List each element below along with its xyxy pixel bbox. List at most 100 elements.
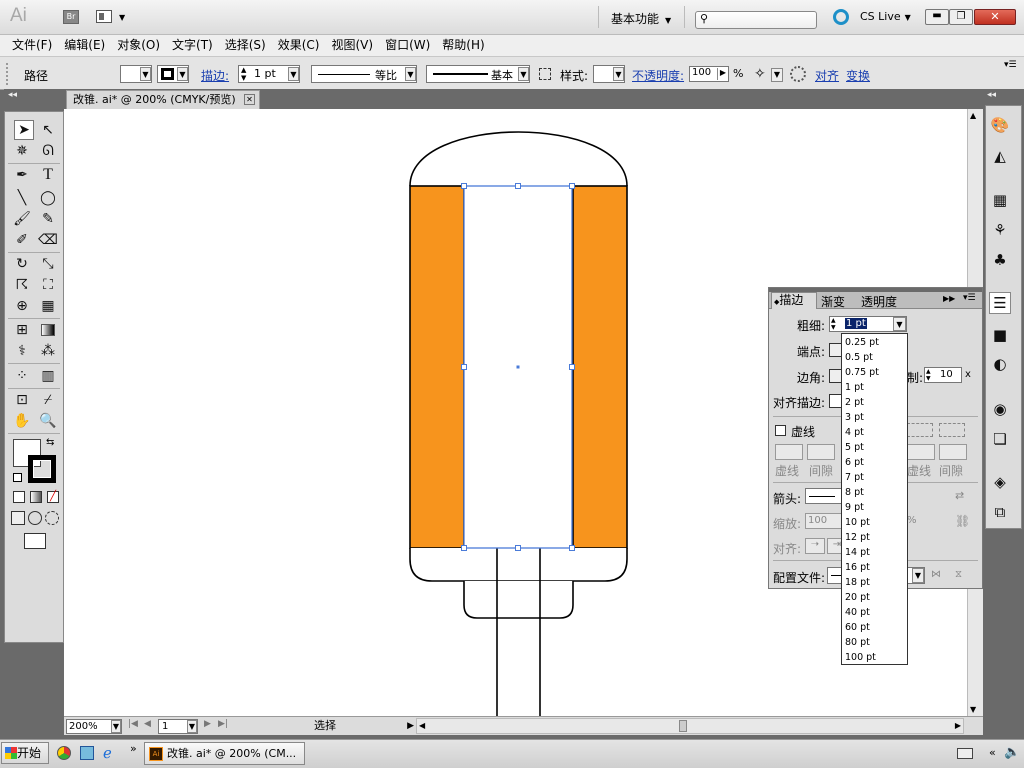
- brush-options-icon[interactable]: [539, 68, 551, 80]
- limit-field[interactable]: ▲ ▼ 10: [924, 367, 962, 383]
- next-artboard-icon[interactable]: ▶: [204, 719, 211, 729]
- list-item[interactable]: 14 pt: [842, 545, 907, 560]
- ellipse-tool-icon[interactable]: ◯: [38, 188, 58, 208]
- list-item[interactable]: 40 pt: [842, 605, 907, 620]
- scale-field[interactable]: 100: [805, 513, 843, 529]
- close-button[interactable]: ✕: [974, 9, 1016, 25]
- flip-along-icon[interactable]: ⋈: [931, 569, 941, 580]
- show-more-icon[interactable]: «: [989, 746, 996, 759]
- handle-bottom-shape[interactable]: [409, 548, 628, 582]
- style-dropdown[interactable]: ▼: [593, 65, 625, 83]
- opacity-field[interactable]: 100 ▶: [689, 66, 729, 82]
- list-item[interactable]: 0.5 pt: [842, 350, 907, 365]
- prev-artboard-icon[interactable]: ◀: [144, 719, 151, 729]
- stroke-swatch-dropdown[interactable]: ▼: [157, 65, 189, 83]
- zoom-field[interactable]: 200% ▼: [66, 719, 122, 734]
- collapse-icon[interactable]: ◂◂: [8, 90, 17, 100]
- link-scale-icon[interactable]: ⛓: [955, 514, 970, 528]
- cs-live-button[interactable]: CS Live ▼: [860, 10, 911, 23]
- list-item[interactable]: 10 pt: [842, 515, 907, 530]
- dashed-checkbox[interactable]: [775, 425, 786, 436]
- direct-selection-tool-icon[interactable]: ↖: [38, 120, 58, 140]
- artboards-panel-icon[interactable]: ⧉: [989, 501, 1011, 523]
- list-item[interactable]: 12 pt: [842, 530, 907, 545]
- screen-mode-icon[interactable]: [24, 533, 46, 549]
- symbol-sprayer-tool-icon[interactable]: ⁘: [12, 366, 32, 386]
- list-item[interactable]: 16 pt: [842, 560, 907, 575]
- gradient-panel-icon[interactable]: ■: [989, 324, 1011, 346]
- chevron-down-icon[interactable]: ▼: [119, 13, 125, 22]
- list-item[interactable]: 6 pt: [842, 455, 907, 470]
- transparency-panel-icon[interactable]: ◐: [989, 353, 1011, 375]
- opacity-link[interactable]: 不透明度:: [632, 67, 684, 84]
- perspective-grid-tool-icon[interactable]: ▦: [38, 296, 58, 316]
- scroll-right-icon[interactable]: ▶: [955, 721, 961, 730]
- handle-cap-shape[interactable]: [409, 131, 628, 187]
- warp-tool-icon[interactable]: ☈: [12, 275, 32, 295]
- restore-button[interactable]: ❐: [949, 9, 973, 25]
- first-artboard-icon[interactable]: |◀: [128, 719, 138, 729]
- swatches-panel-icon[interactable]: ▦: [989, 189, 1011, 211]
- pencil-tool-icon[interactable]: ✎: [38, 209, 58, 229]
- brushes-panel-icon[interactable]: ⚘: [989, 219, 1011, 241]
- swap-colors-icon[interactable]: ⇆: [46, 437, 54, 448]
- stroke-link[interactable]: 描边:: [201, 67, 229, 84]
- chevron-down-icon[interactable]: ▼: [771, 66, 783, 82]
- menu-type[interactable]: 文字(T): [166, 35, 219, 56]
- start-button[interactable]: 开始: [1, 742, 49, 764]
- dash-align-icon-2[interactable]: [939, 423, 965, 437]
- gap-field-1[interactable]: [807, 444, 835, 460]
- stroke-panel-icon[interactable]: ☰: [989, 292, 1011, 314]
- horizontal-scrollbar[interactable]: ◀ ▶: [416, 718, 964, 734]
- left-orange-band[interactable]: [409, 185, 465, 549]
- graphic-styles-panel-icon[interactable]: ❏: [989, 428, 1011, 450]
- collapse-panel-icon[interactable]: ▶▶: [943, 294, 955, 303]
- scroll-up-icon[interactable]: ▲: [970, 111, 976, 120]
- list-item[interactable]: 9 pt: [842, 500, 907, 515]
- chrome-icon[interactable]: [57, 746, 71, 760]
- gradient-mode-icon[interactable]: [30, 491, 42, 503]
- menu-view[interactable]: 视图(V): [325, 35, 379, 56]
- flip-across-icon[interactable]: ⧖: [955, 569, 962, 580]
- fill-swatch-dropdown[interactable]: ▼: [120, 65, 152, 83]
- draw-inside-icon[interactable]: [45, 511, 59, 525]
- list-item[interactable]: 3 pt: [842, 410, 907, 425]
- document-setup-icon[interactable]: [790, 66, 806, 82]
- list-item[interactable]: 1 pt: [842, 380, 907, 395]
- start-arrowhead-dropdown[interactable]: [805, 488, 843, 504]
- layers-panel-icon[interactable]: ◈: [989, 471, 1011, 493]
- hand-tool-icon[interactable]: ✋: [12, 411, 32, 431]
- list-item[interactable]: 20 pt: [842, 590, 907, 605]
- menu-effect[interactable]: 效果(C): [272, 35, 326, 56]
- close-icon[interactable]: ✕: [244, 94, 255, 105]
- artboard-tool-icon[interactable]: ⊡: [12, 390, 32, 410]
- menu-file[interactable]: 文件(F): [6, 35, 58, 56]
- magic-wand-tool-icon[interactable]: ✵: [12, 141, 32, 161]
- ferrule-shape[interactable]: [463, 581, 574, 619]
- list-item[interactable]: 4 pt: [842, 425, 907, 440]
- selection-tool-icon[interactable]: ➤: [14, 120, 34, 140]
- menu-edit[interactable]: 编辑(E): [58, 35, 111, 56]
- list-item[interactable]: 0.75 pt: [842, 365, 907, 380]
- rotate-tool-icon[interactable]: ↻: [12, 254, 32, 274]
- symbols-panel-icon[interactable]: ♣: [989, 249, 1011, 271]
- shape-builder-tool-icon[interactable]: ⊕: [12, 296, 32, 316]
- pen-tool-icon[interactable]: ✒: [12, 165, 32, 185]
- none-mode-icon[interactable]: ╱: [47, 491, 59, 503]
- document-tab[interactable]: 改锥. ai* @ 200% (CMYK/预览) ✕: [66, 90, 260, 109]
- explorer-icon[interactable]: [80, 746, 94, 760]
- gradient-tool-icon[interactable]: [38, 320, 58, 340]
- color-mode-icon[interactable]: [13, 491, 25, 503]
- draw-normal-icon[interactable]: [11, 511, 25, 525]
- blend-tool-icon[interactable]: ⁂: [38, 341, 58, 361]
- status-field[interactable]: 选择 ▶: [234, 718, 414, 734]
- transform-link[interactable]: 变换: [846, 67, 870, 84]
- free-transform-tool-icon[interactable]: ⛶: [38, 275, 58, 295]
- list-item[interactable]: 18 pt: [842, 575, 907, 590]
- arrow-align-button-1[interactable]: ➝: [805, 538, 825, 554]
- line-tool-icon[interactable]: ╲: [12, 188, 32, 208]
- taskbar-window-button[interactable]: Ai 改锥. ai* @ 200% (CM...: [144, 742, 305, 765]
- tab-transparency[interactable]: 透明度: [861, 293, 897, 310]
- eraser-tool-icon[interactable]: ⌫: [38, 230, 58, 250]
- brush-definition-dropdown[interactable]: 基本 ▼: [426, 65, 530, 83]
